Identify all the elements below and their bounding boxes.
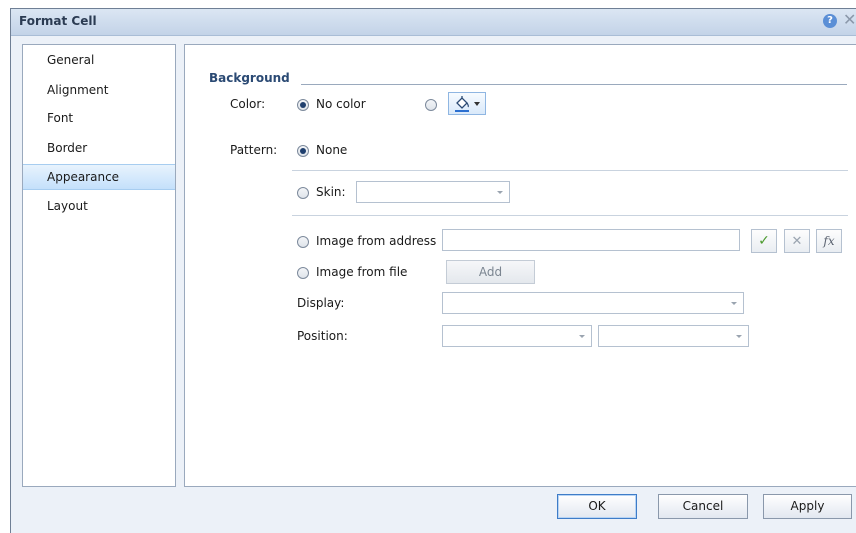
pattern-label: Pattern: [230, 143, 278, 157]
confirm-button[interactable]: ✓ [751, 229, 777, 253]
image-address-input[interactable] [442, 229, 740, 251]
skin-label: Skin: [316, 185, 346, 199]
x-icon: ✕ [791, 234, 803, 249]
image-file-radio[interactable] [297, 267, 309, 279]
add-button[interactable]: Add [446, 260, 535, 284]
color-label: Color: [230, 97, 266, 111]
nav-item-appearance[interactable]: Appearance [23, 164, 175, 190]
chevron-down-icon [497, 191, 503, 194]
close-icon[interactable]: ✕ [843, 11, 856, 29]
dialog-title: Format Cell [19, 14, 97, 28]
display-label: Display: [297, 296, 345, 310]
fx-icon: fx [823, 234, 835, 248]
apply-button[interactable]: Apply [763, 494, 852, 519]
no-color-radio[interactable] [297, 99, 309, 111]
paint-bucket-icon [455, 96, 469, 112]
chevron-down-icon [736, 335, 742, 338]
image-address-radio[interactable] [297, 236, 309, 248]
nav-item-layout[interactable]: Layout [23, 193, 175, 219]
nav-item-label: Alignment [47, 83, 109, 97]
nav-item-label: Layout [47, 199, 88, 213]
position-label: Position: [297, 329, 348, 343]
fill-color-picker[interactable] [448, 92, 486, 115]
nav-item-border[interactable]: Border [23, 135, 175, 161]
heading-divider [301, 84, 847, 85]
background-heading: Background [209, 71, 290, 85]
skin-dropdown[interactable] [356, 181, 510, 203]
ok-button[interactable]: OK [557, 494, 637, 519]
appearance-panel: Background Color: No color Pattern: None… [184, 44, 856, 487]
check-icon: ✓ [758, 233, 770, 249]
format-cell-dialog: Format Cell ? ✕ General Alignment Font B… [10, 8, 856, 533]
nav-item-label: Appearance [47, 170, 120, 184]
formula-button[interactable]: fx [816, 229, 842, 253]
chevron-down-icon [474, 102, 480, 106]
image-file-label: Image from file [316, 265, 408, 279]
no-color-label: No color [316, 97, 366, 111]
chevron-down-icon [579, 335, 585, 338]
category-list: General Alignment Font Border Appearance… [22, 44, 176, 487]
skin-radio[interactable] [297, 187, 309, 199]
nav-item-font[interactable]: Font [23, 105, 175, 131]
help-icon[interactable]: ? [823, 14, 837, 28]
custom-color-radio[interactable] [425, 99, 437, 111]
pattern-none-radio[interactable] [297, 145, 309, 157]
divider [292, 215, 848, 216]
nav-item-label: General [47, 53, 95, 67]
image-address-label: Image from address [316, 234, 437, 248]
nav-item-general[interactable]: General [23, 47, 175, 73]
position-vertical-dropdown[interactable] [598, 325, 749, 347]
divider [292, 170, 848, 171]
nav-item-label: Border [47, 141, 88, 155]
title-bar: Format Cell ? ✕ [11, 9, 856, 36]
pattern-none-label: None [316, 143, 348, 157]
clear-button[interactable]: ✕ [784, 229, 810, 253]
position-horizontal-dropdown[interactable] [442, 325, 592, 347]
display-dropdown[interactable] [442, 292, 744, 314]
nav-item-alignment[interactable]: Alignment [23, 77, 175, 103]
chevron-down-icon [731, 302, 737, 305]
cancel-button[interactable]: Cancel [658, 494, 748, 519]
nav-item-label: Font [47, 111, 74, 125]
